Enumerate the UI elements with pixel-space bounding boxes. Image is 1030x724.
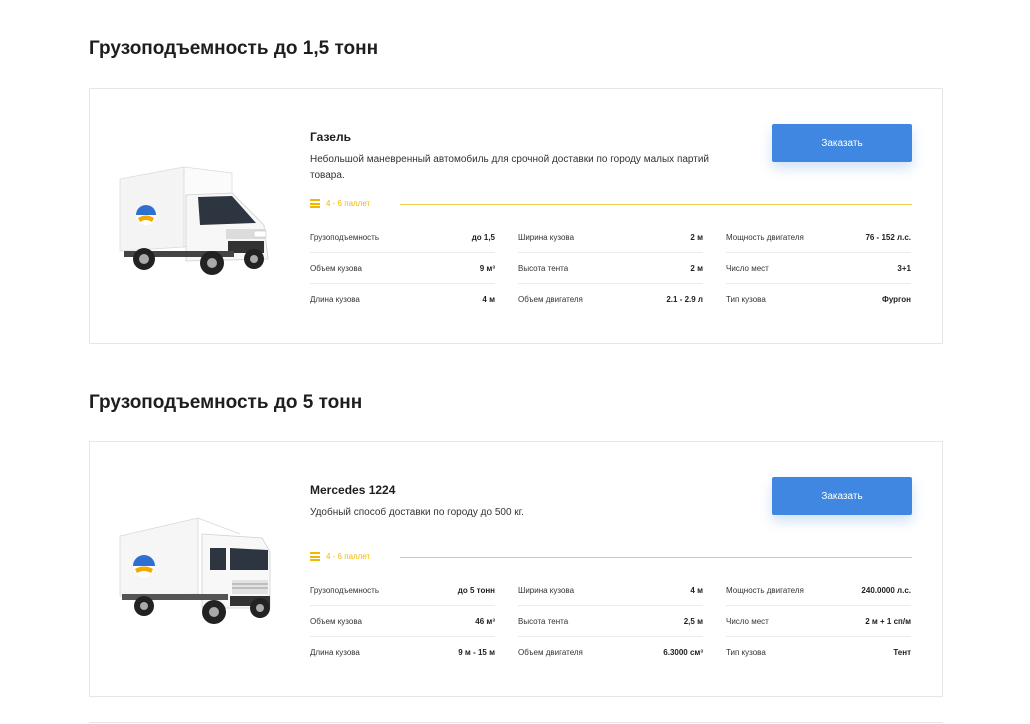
pallet-icon (310, 199, 320, 208)
vehicle-name: Mercedes 1224 (310, 483, 396, 497)
spec-value: 6.3000 см³ (663, 648, 703, 657)
pallet-info: 4 - 6 паллет (310, 199, 370, 208)
pallet-label: 4 - 6 паллет (326, 199, 371, 208)
spec-value: 4 м (690, 585, 703, 595)
spec-column: Мощность двигателя 240.0000 л.с. Число ме… (726, 575, 911, 668)
vehicle-description: Удобный способ доставки по городу до 500… (310, 507, 524, 518)
spec-label: Ширина кузова (518, 585, 575, 595)
pallet-label: 4 - 6 паллет (326, 552, 371, 561)
spec-label: Длина кузова (310, 648, 360, 657)
truck-lorry-image (119, 517, 271, 624)
spec-value: 9 м³ (479, 263, 495, 273)
spec-row: Мощность двигателя 240.0000 л.с. (726, 575, 911, 606)
spec-value: 2 м (690, 232, 703, 242)
spec-label: Ширина кузова (518, 232, 575, 242)
spec-row: Число мест 2 м + 1 сп/м (726, 606, 911, 637)
spec-column: Мощность двигателя 76 - 152 л.с. Число ме… (726, 222, 911, 315)
spec-row: Высота тента 2 м (518, 253, 703, 284)
spec-row: Тип кузова Фургон (726, 284, 911, 315)
spec-label: Число мест (726, 263, 769, 273)
pallet-info: 4 - 6 паллет (310, 552, 370, 561)
spec-value: 3+1 (897, 263, 911, 273)
spec-value: 240.0000 л.с. (861, 585, 911, 595)
spec-value: 2,5 м (683, 616, 703, 626)
spec-grid: Грузоподъемность до 1,5 Объем кузова 9 м³ … (310, 222, 912, 315)
spec-row: Объем кузова 9 м³ (310, 253, 495, 284)
vehicle-description: Небольшой маневренный автомобиль для сро… (310, 154, 710, 181)
spec-value: 46 м³ (475, 616, 495, 626)
spec-column: Ширина кузова 4 м Высота тента 2,5 м Объем… (518, 575, 703, 668)
next-card-border (89, 722, 943, 723)
spec-column: Грузоподъемность до 1,5 Объем кузова 9 м³ … (310, 222, 495, 315)
spec-label: Тип кузова (726, 648, 766, 657)
order-button[interactable]: Заказать (772, 124, 912, 162)
pallet-divider (400, 204, 912, 205)
spec-row: Объем кузова 46 м³ (310, 606, 495, 637)
spec-label: Объем кузова (310, 263, 362, 273)
spec-row: Длина кузова 4 м (310, 284, 495, 315)
spec-value: 2.1 - 2.9 л (666, 295, 703, 304)
section-title: Грузоподъемность до 1,5 тонн (89, 38, 379, 59)
vehicle-name: Газель (310, 130, 351, 144)
spec-value: 76 - 152 л.с. (865, 232, 911, 242)
spec-value: Фургон (881, 295, 911, 304)
spec-row: Ширина кузова 4 м (518, 575, 703, 606)
spec-label: Высота тента (518, 616, 569, 626)
spec-row: Мощность двигателя 76 - 152 л.с. (726, 222, 911, 253)
vehicle-card: Газель Небольшой маневренный автомобиль … (89, 88, 943, 344)
spec-label: Мощность двигателя (726, 232, 804, 242)
spec-column: Грузоподъемность до 5 тонн Объем кузова 46… (310, 575, 495, 668)
spec-label: Грузоподъемность (310, 232, 380, 242)
spec-value: 2 м (690, 263, 703, 273)
spec-row: Ширина кузова 2 м (518, 222, 703, 253)
spec-label: Грузоподъемность (310, 585, 380, 595)
spec-label: Число мест (726, 616, 769, 626)
spec-row: Грузоподъемность до 5 тонн (310, 575, 495, 606)
section-title: Грузоподъемность до 5 тонн (89, 392, 363, 413)
spec-row: Тип кузова Тент (726, 637, 911, 668)
spec-value: 4 м (482, 295, 495, 304)
vehicle-card: Mercedes 1224 Удобный способ доставки по… (89, 441, 943, 697)
spec-label: Объем кузова (310, 616, 362, 626)
truck-van-image (119, 166, 269, 275)
spec-value: 9 м - 15 м (458, 648, 495, 657)
spec-label: Объем двигателя (518, 295, 583, 304)
spec-column: Ширина кузова 2 м Высота тента 2 м Объем д… (518, 222, 703, 315)
spec-label: Длина кузова (310, 295, 360, 304)
order-button[interactable]: Заказать (772, 477, 912, 515)
spec-row: Длина кузова 9 м - 15 м (310, 637, 495, 668)
spec-row: Объем двигателя 6.3000 см³ (518, 637, 703, 668)
pallet-icon (310, 552, 320, 561)
spec-row: Объем двигателя 2.1 - 2.9 л (518, 284, 703, 315)
spec-value: Тент (893, 648, 911, 657)
spec-row: Грузоподъемность до 1,5 (310, 222, 495, 253)
pallet-divider (400, 557, 912, 558)
spec-label: Тип кузова (726, 295, 766, 304)
spec-label: Высота тента (518, 263, 569, 273)
spec-value: до 5 тонн (457, 585, 495, 595)
spec-grid: Грузоподъемность до 5 тонн Объем кузова 46… (310, 575, 912, 668)
spec-label: Объем двигателя (518, 648, 583, 657)
spec-value: до 1,5 (471, 232, 495, 242)
spec-row: Число мест 3+1 (726, 253, 911, 284)
spec-label: Мощность двигателя (726, 585, 804, 595)
spec-row: Высота тента 2,5 м (518, 606, 703, 637)
spec-value: 2 м + 1 сп/м (865, 616, 911, 626)
